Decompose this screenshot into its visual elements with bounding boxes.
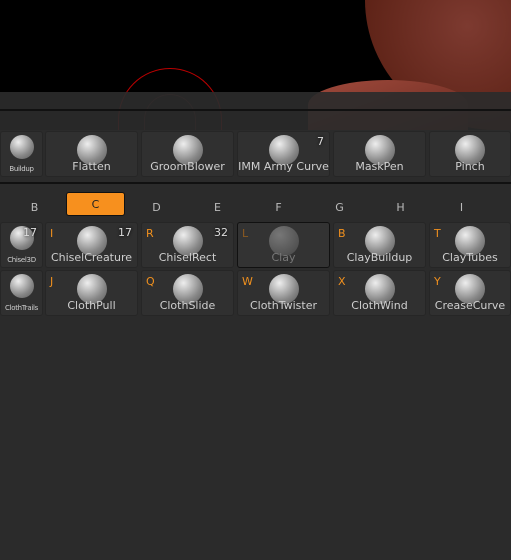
brush-label: GroomBlower [150,160,225,173]
brush-label: ChiselCreature [50,251,133,264]
brush-label: Pinch [455,160,485,173]
brush-pinch[interactable]: Pinch [429,131,511,177]
brush-clothwind[interactable]: X ClothWind [333,270,426,316]
brush-clothtwister[interactable]: W ClothTwister [237,270,330,316]
brush-count: 7 [317,135,324,148]
brush-label: ClothTrails [5,304,38,312]
filter-letter-f[interactable]: F [249,196,308,220]
brush-maskpen[interactable]: MaskPen [333,131,426,177]
filter-letter-g[interactable]: G [310,196,369,220]
brush-label: ClayBuildup [346,251,413,264]
brush-label: ClothPull [67,299,116,312]
brush-label: ClothWind [351,299,408,312]
brush-chisel3d[interactable]: 17 Chisel3D [0,222,43,268]
brush-thumbnail-icon [9,135,34,159]
filter-letter-d[interactable]: D [127,196,186,220]
brush-groomblower[interactable]: GroomBlower [141,131,234,177]
brush-claytubes[interactable]: T ClayTubes [429,222,511,268]
brush-label: IMM Army Curve [238,160,329,173]
hotkey: X [338,275,346,288]
brush-label: Buildup [9,165,34,173]
filter-letter-c[interactable]: C [66,192,125,216]
brush-creasecurve[interactable]: Y CreaseCurve [429,270,511,316]
brush-thumbnail-icon [9,274,34,298]
brush-count: 17 [23,226,37,239]
brush-label: CreaseCurve [434,299,506,312]
hotkey: W [242,275,253,288]
brush-clothslide[interactable]: Q ClothSlide [141,270,234,316]
filter-letter-h[interactable]: H [371,196,430,220]
hotkey: B [338,227,346,240]
divider [0,182,511,184]
brush-clothpull[interactable]: J ClothPull [45,270,138,316]
hotkey: L [242,227,249,240]
brush-label: ChiselRect [158,251,217,264]
brush-label: MaskPen [355,160,404,173]
filter-letter-b[interactable]: B [5,196,64,220]
hotkey: J [50,275,54,288]
brush-label: Flatten [72,160,111,173]
filter-letter-i[interactable]: I [432,196,491,220]
brush-count: 17 [118,226,132,239]
brush-chiselcreature[interactable]: I 17 ChiselCreature [45,222,138,268]
brush-label: ClothTwister [249,299,318,312]
brush-flatten[interactable]: Flatten [45,131,138,177]
brush-label: Chisel3D [7,256,36,264]
brush-label: Clay [271,251,296,264]
divider [0,109,511,111]
brush-label: ClothSlide [159,299,216,312]
hotkey: R [146,227,154,240]
brush-chiselrect[interactable]: R 32 ChiselRect [141,222,234,268]
brush-buildup[interactable]: Buildup [0,131,43,177]
brush-count: 32 [214,226,228,239]
filter-letter-e[interactable]: E [188,196,247,220]
hotkey: Y [434,275,441,288]
brush-clothtrails[interactable]: ClothTrails [0,270,43,316]
hotkey: T [434,227,441,240]
hotkey: I [50,227,54,240]
brush-label: ClayTubes [442,251,498,264]
hotkey: Q [146,275,155,288]
brush-imm-army-curve[interactable]: 7 IMM Army Curve [237,131,330,177]
brush-clay[interactable]: L Clay [237,222,330,268]
brush-claybuildup[interactable]: B ClayBuildup [333,222,426,268]
